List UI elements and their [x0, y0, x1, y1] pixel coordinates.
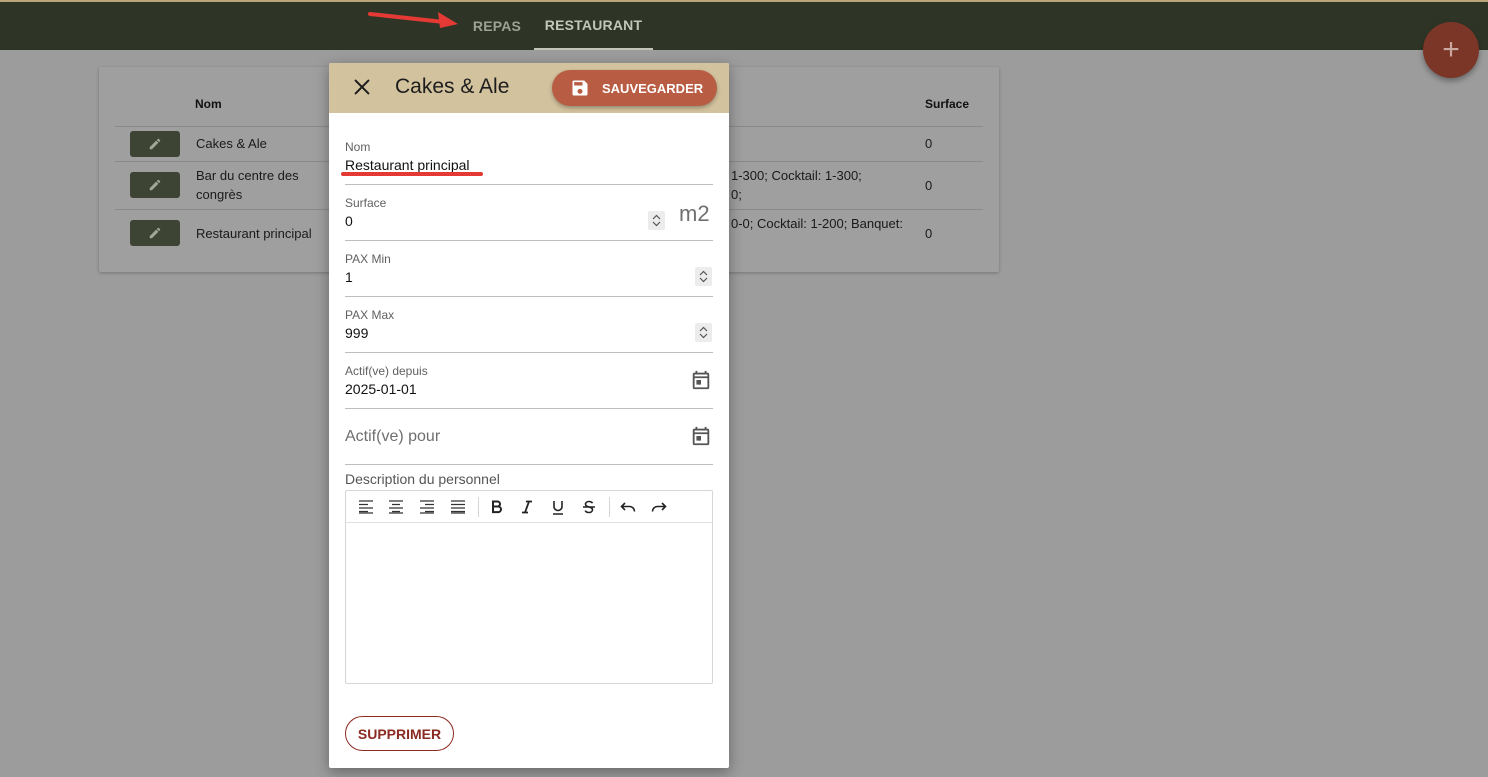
annotation-underline — [341, 172, 483, 176]
strikethrough-icon[interactable] — [579, 497, 599, 517]
align-left-icon[interactable] — [356, 497, 376, 517]
close-icon[interactable] — [351, 76, 373, 98]
bold-icon[interactable] — [487, 497, 507, 517]
save-button[interactable]: SAUVEGARDER — [552, 70, 717, 106]
actif-depuis-field[interactable]: Actif(ve) depuis 2025-01-01 — [345, 353, 713, 409]
surface-label: Surface — [345, 196, 387, 210]
pax-min-label: PAX Min — [345, 252, 391, 266]
tab-repas[interactable]: REPAS — [460, 2, 534, 50]
pax-min-input[interactable]: 1 — [345, 269, 353, 285]
pax-min-stepper[interactable] — [695, 267, 712, 286]
pencil-icon — [149, 227, 161, 239]
actif-depuis-label: Actif(ve) depuis — [345, 364, 428, 378]
table-cell-name: Cakes & Ale — [196, 136, 267, 151]
stepper-arrows-icon — [699, 270, 708, 283]
table-cell-pax: 0-0; Cocktail: 1-200; Banquet: — [731, 216, 903, 231]
save-button-label: SAUVEGARDER — [602, 80, 704, 96]
editor-toolbar — [346, 491, 712, 523]
pax-min-field[interactable]: PAX Min 1 — [345, 241, 713, 297]
redo-icon[interactable] — [649, 497, 669, 517]
stepper-arrows-icon — [652, 214, 661, 227]
top-nav-bar: REPAS RESTAURANT — [0, 0, 1488, 50]
align-center-icon[interactable] — [386, 497, 406, 517]
nom-label: Nom — [345, 140, 371, 154]
description-editor[interactable] — [345, 490, 713, 684]
surface-unit: m2 — [679, 201, 710, 226]
actif-pour-field[interactable]: Actif(ve) pour — [345, 409, 713, 465]
annotation-arrow-icon — [368, 12, 458, 28]
toolbar-separator — [478, 497, 479, 517]
stepper-arrows-icon — [699, 326, 708, 339]
align-justify-icon[interactable] — [448, 497, 468, 517]
surface-stepper[interactable] — [648, 211, 665, 230]
align-right-icon[interactable] — [417, 497, 437, 517]
table-cell-name: Bar du centre des congrès — [196, 168, 299, 202]
dialog-header: Cakes & Ale SAUVEGARDER — [329, 63, 729, 113]
edit-button[interactable] — [130, 131, 180, 157]
dialog-title: Cakes & Ale — [395, 75, 510, 98]
pax-max-label: PAX Max — [345, 308, 395, 322]
edit-restaurant-dialog: Cakes & Ale SAUVEGARDER Nom Restaurant p… — [329, 63, 729, 768]
edit-button[interactable] — [130, 220, 180, 246]
add-button[interactable]: + — [1423, 22, 1479, 78]
tab-restaurant[interactable]: RESTAURANT — [534, 2, 653, 50]
floppy-disk-icon — [572, 80, 588, 96]
table-cell-surface: 0 — [925, 178, 933, 193]
plus-icon: + — [1442, 33, 1460, 66]
pax-max-input[interactable]: 999 — [345, 325, 368, 341]
calendar-icon[interactable] — [690, 369, 712, 391]
nom-field[interactable]: Nom Restaurant principal — [345, 133, 713, 185]
toolbar-separator — [609, 497, 610, 517]
actif-depuis-input[interactable]: 2025-01-01 — [345, 381, 417, 397]
table-cell-surface: 0 — [925, 226, 933, 241]
surface-input[interactable]: 0 — [345, 213, 353, 229]
delete-button[interactable]: SUPPRIMER — [345, 716, 454, 751]
pencil-icon — [149, 138, 161, 150]
calendar-icon[interactable] — [690, 425, 712, 447]
pax-max-stepper[interactable] — [695, 323, 712, 342]
description-label: Description du personnel — [345, 471, 500, 487]
table-cell-surface: 0 — [925, 136, 933, 151]
surface-field[interactable]: Surface 0 m2 — [345, 185, 713, 241]
pax-max-field[interactable]: PAX Max 999 — [345, 297, 713, 353]
table-cell-pax: 1-300; Cocktail: 1-300; — [731, 168, 862, 183]
underline-icon[interactable] — [548, 497, 568, 517]
edit-button[interactable] — [130, 172, 180, 198]
column-header-nom: Nom — [195, 97, 222, 111]
undo-icon[interactable] — [618, 497, 638, 517]
italic-icon[interactable] — [517, 497, 537, 517]
pencil-icon — [149, 179, 161, 191]
actif-pour-input[interactable]: Actif(ve) pour — [345, 428, 440, 446]
column-header-surface: Surface — [925, 97, 970, 111]
nom-input[interactable]: Restaurant principal — [345, 157, 470, 173]
table-cell-name: Restaurant principal — [196, 226, 312, 241]
table-cell-pax: 0; — [731, 187, 742, 202]
